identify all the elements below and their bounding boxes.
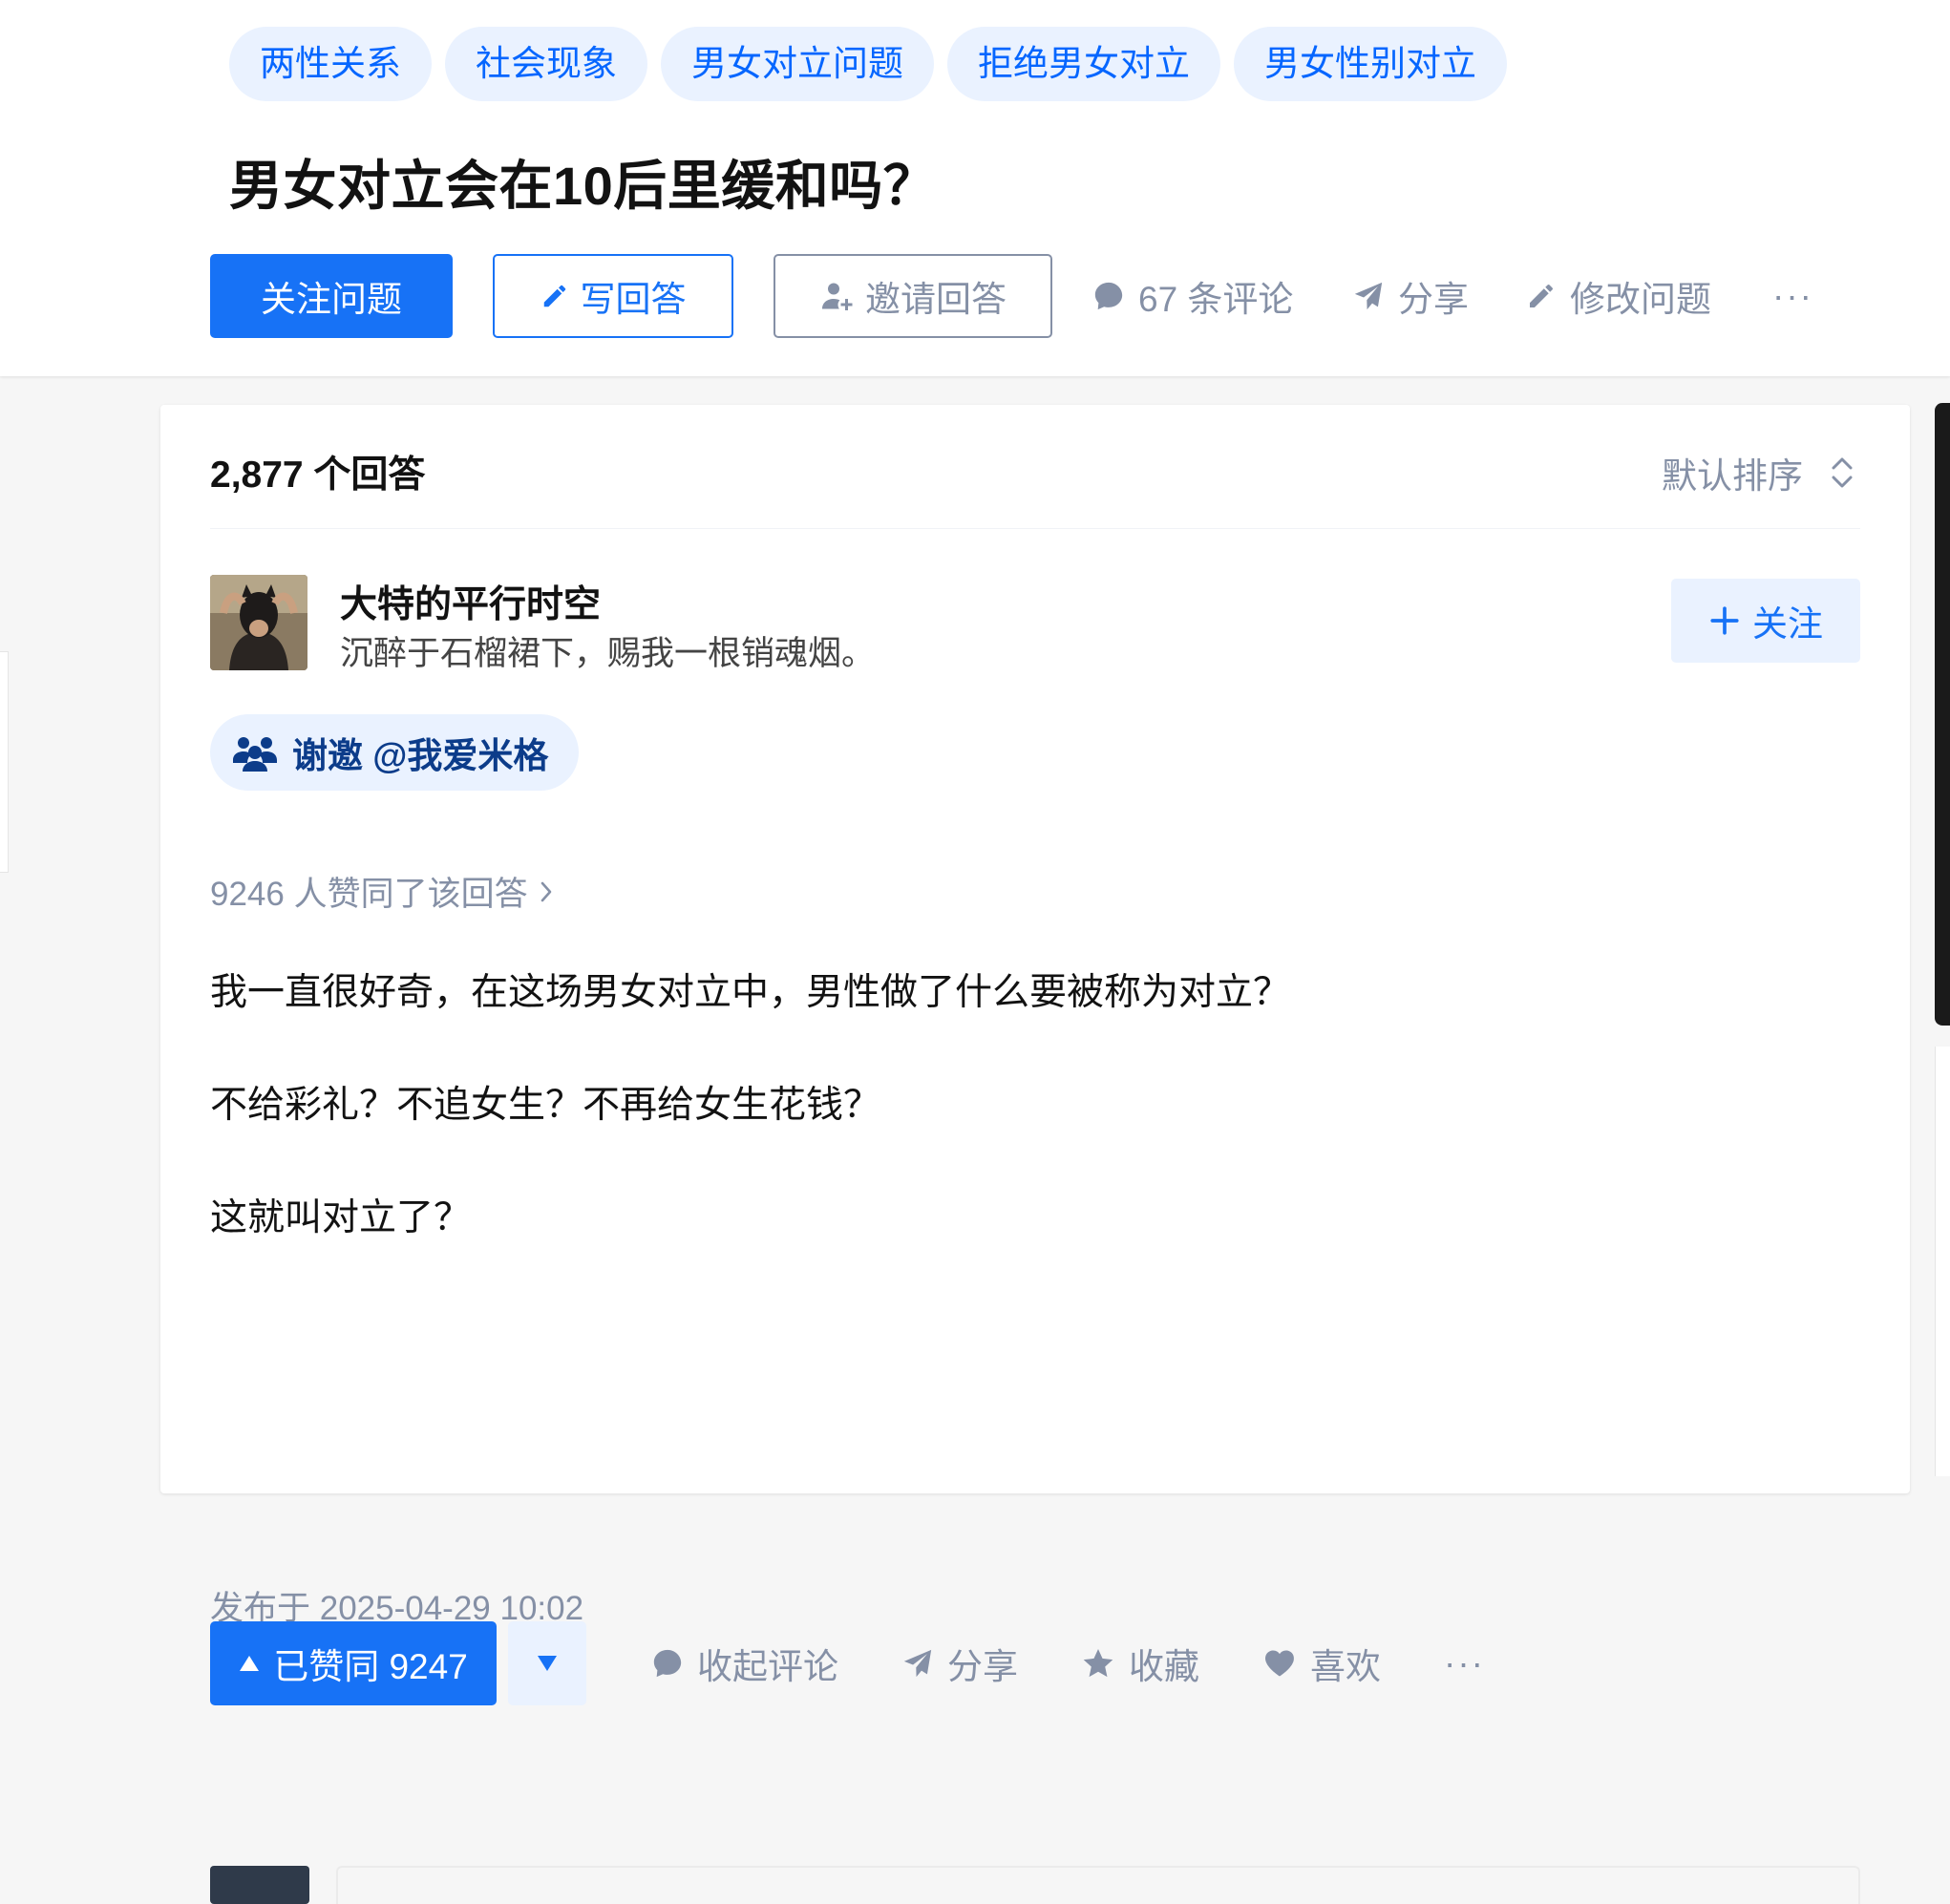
sort-chevrons-icon <box>1830 454 1855 492</box>
topic-tag[interactable]: 拒绝男女对立 <box>947 27 1220 101</box>
more-options-button[interactable]: ··· <box>1772 276 1813 316</box>
answer-author: 大特的平行时空 沉醉于石榴裙下，赐我一根销魂烟。 关注 <box>210 573 1860 672</box>
answer-content: 我一直很好奇，在这场男女对立中，男性做了什么要被称为对立？ 不给彩礼？不追女生？… <box>210 966 1860 1304</box>
follow-author-button[interactable]: 关注 <box>1671 579 1860 663</box>
share-answer-button[interactable]: 分享 <box>901 1638 1018 1689</box>
avatar <box>210 1866 309 1904</box>
like-button[interactable]: 喜欢 <box>1262 1638 1381 1689</box>
write-answer-button[interactable]: 写回答 <box>493 254 733 338</box>
pencil-icon <box>540 282 569 310</box>
upvote-label: 已赞同 9247 <box>273 1647 468 1686</box>
edit-question-label: 修改问题 <box>1570 280 1711 319</box>
share-label: 分享 <box>1398 280 1469 319</box>
question-actions: 关注问题 写回答 邀请回答 67 条评论 分享 修改问题 ··· <box>210 254 1812 338</box>
share-question-link[interactable]: 分享 <box>1352 270 1469 322</box>
author-name[interactable]: 大特的平行时空 <box>340 575 601 628</box>
collapse-comments-label: 收起评论 <box>697 1647 838 1686</box>
topic-tag[interactable]: 男女对立问题 <box>661 27 934 101</box>
star-icon <box>1081 1646 1115 1681</box>
sort-dropdown[interactable]: 默认排序 <box>1662 447 1855 498</box>
paper-plane-icon <box>1352 280 1385 312</box>
follow-question-button[interactable]: 关注问题 <box>210 254 453 338</box>
avatar[interactable] <box>210 575 307 670</box>
pencil-icon <box>1526 281 1557 311</box>
downvote-button[interactable] <box>508 1621 586 1705</box>
upvote-button[interactable]: 已赞同 9247 <box>210 1621 497 1705</box>
triangle-down-icon <box>537 1654 558 1673</box>
follow-question-label: 关注问题 <box>261 280 402 319</box>
comment-bubble-icon <box>1092 280 1125 312</box>
vote-meta-label: 9246 人赞同了该回答 <box>210 876 528 913</box>
share-answer-label: 分享 <box>947 1647 1018 1686</box>
topic-list: 两性关系 社会现象 男女对立问题 拒绝男女对立 男女性别对立 <box>229 27 1507 101</box>
people-icon <box>231 733 279 772</box>
collapse-comments-button[interactable]: 收起评论 <box>651 1638 838 1689</box>
plus-icon <box>1708 604 1741 637</box>
vote-meta-link[interactable]: 9246 人赞同了该回答 <box>210 867 555 916</box>
invite-answer-button[interactable]: 邀请回答 <box>774 254 1052 338</box>
comments-label: 67 条评论 <box>1138 280 1294 319</box>
comments-link[interactable]: 67 条评论 <box>1092 270 1293 322</box>
add-user-icon <box>819 279 854 313</box>
answer-count: 2,877 个回答 <box>210 455 426 496</box>
topic-tag[interactable]: 两性关系 <box>229 27 432 101</box>
paper-plane-icon <box>901 1647 934 1680</box>
answer-actions: 已赞同 9247 收起评论 分享 收藏 喜欢 ··· <box>210 1621 1485 1705</box>
question-title: 男女对立会在10后里缓和吗？ <box>229 156 938 216</box>
answer-paragraph: 我一直很好奇，在这场男女对立中，男性做了什么要被称为对立？ <box>210 972 1291 1013</box>
invite-thanks-chip: 谢邀 @我爱米格 <box>210 714 580 791</box>
answer-paragraph: 不给彩礼？不追女生？不再给女生花钱？ <box>210 1085 881 1126</box>
collect-label: 收藏 <box>1129 1647 1199 1686</box>
write-answer-label: 写回答 <box>580 280 687 319</box>
comment-input[interactable] <box>336 1866 1860 1904</box>
right-side-panel-edge <box>1935 1047 1950 1476</box>
heart-icon <box>1262 1646 1297 1681</box>
answer-paragraph: 这就叫对立了？ <box>210 1197 472 1238</box>
question-header: 两性关系 社会现象 男女对立问题 拒绝男女对立 男女性别对立 男女对立会在10后… <box>0 0 1950 376</box>
answers-card: 2,877 个回答 默认排序 大特的平行时空 沉醉于石榴裙下，赐我一根销魂烟。 <box>160 405 1910 1904</box>
topic-tag[interactable]: 男女性别对立 <box>1234 27 1507 101</box>
triangle-up-icon <box>239 1654 260 1673</box>
topic-tag[interactable]: 社会现象 <box>445 27 647 101</box>
follow-author-label: 关注 <box>1752 604 1823 644</box>
author-bio: 沉醉于石榴裙下，赐我一根销魂烟。 <box>340 635 876 672</box>
invite-answer-label: 邀请回答 <box>865 280 1007 319</box>
chevron-right-icon <box>538 878 555 906</box>
right-scroll-bar[interactable] <box>1935 403 1950 1026</box>
answers-header: 2,877 个回答 默认排序 <box>210 405 1860 529</box>
comment-bubble-icon <box>651 1647 684 1680</box>
answer-more-button[interactable]: ··· <box>1444 1643 1485 1683</box>
left-side-panel-edge <box>0 651 9 873</box>
invite-thanks-label[interactable]: 谢邀 @我爱米格 <box>292 727 548 778</box>
collect-button[interactable]: 收藏 <box>1081 1638 1199 1689</box>
edit-question-link[interactable]: 修改问题 <box>1526 270 1711 322</box>
sort-label: 默认排序 <box>1662 456 1803 496</box>
like-label: 喜欢 <box>1310 1647 1381 1686</box>
